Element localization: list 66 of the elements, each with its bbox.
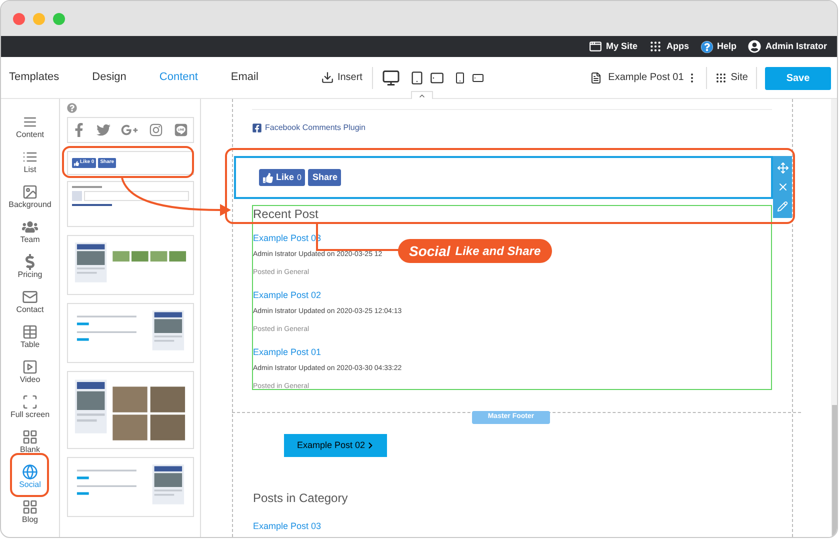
people-icon <box>22 218 38 234</box>
sidebar-item[interactable]: Blog <box>1 494 59 529</box>
comments-plugin-link[interactable]: Facebook Comments Plugin <box>252 122 772 134</box>
page-icon <box>590 72 602 84</box>
chevron-right-icon <box>367 442 374 449</box>
sidebar-item[interactable]: List <box>1 144 59 179</box>
bird-icon <box>96 123 111 137</box>
like-count: 0 <box>297 172 302 184</box>
sidebar-item[interactable]: Video <box>1 354 59 389</box>
section-title: Recent Post <box>253 207 320 221</box>
avatar-icon <box>748 40 762 53</box>
blocks-icon <box>22 428 38 444</box>
like-button[interactable]: Like 0 <box>259 169 306 186</box>
phone-icon[interactable] <box>454 70 466 86</box>
tablet-icon[interactable] <box>410 70 424 86</box>
next-post-button[interactable]: Example Post 02 <box>284 434 387 457</box>
share-button[interactable]: Share <box>308 169 342 186</box>
top-bar-link[interactable]: Apps <box>649 40 689 54</box>
nav-tab[interactable]: Templates <box>9 69 60 86</box>
sidebar-item[interactable]: Social <box>1 459 59 494</box>
highlight-outline <box>10 453 49 497</box>
top-bar-link[interactable]: Help <box>700 40 736 54</box>
list-blocks-icon <box>22 498 38 514</box>
edit-icon[interactable] <box>777 201 788 212</box>
sidebar-item[interactable]: Background <box>1 179 59 214</box>
sidebar-item[interactable]: Content <box>1 109 59 144</box>
table-icon <box>22 324 38 340</box>
page-name[interactable]: Example Post 01 <box>608 70 684 85</box>
speech-bubble-icon <box>174 123 188 137</box>
section-title: Posts in Category <box>253 490 348 507</box>
scrollbar-thumb[interactable] <box>832 405 837 537</box>
move-icon[interactable] <box>776 162 788 174</box>
nav-tab[interactable]: Email <box>230 69 258 86</box>
sidebar-item[interactable]: Team <box>1 214 59 249</box>
dots-icon <box>714 72 727 84</box>
close-icon[interactable] <box>776 181 788 194</box>
grid-icon <box>649 40 662 53</box>
top-bar-link[interactable]: My Site <box>588 40 638 54</box>
download-icon <box>321 71 334 84</box>
g-plus-icon <box>121 123 138 137</box>
image-icon <box>22 184 38 200</box>
facebook-icon <box>73 123 86 137</box>
envelope-icon <box>22 288 38 304</box>
collapse-tab[interactable] <box>411 91 433 99</box>
social-icons-block[interactable] <box>67 117 194 143</box>
help-icon[interactable] <box>67 103 77 113</box>
thumbs-up-icon <box>263 172 273 182</box>
help-icon <box>700 40 713 52</box>
sidebar-item[interactable]: Full screen <box>1 389 59 424</box>
site-button[interactable]: Site <box>714 70 748 85</box>
callout-label: Social Like and Share <box>398 239 552 263</box>
fullscreen-icon <box>22 394 38 410</box>
top-bar-link[interactable]: Admin Istrator <box>748 40 827 54</box>
insert-button[interactable]: Insert <box>321 70 362 85</box>
window-icon <box>588 40 602 53</box>
sidebar-item[interactable]: Table <box>1 319 59 354</box>
globe-icon <box>22 464 38 480</box>
play-icon <box>22 358 38 374</box>
sidebar-item[interactable]: Blank <box>1 424 59 459</box>
thumbs-up-icon <box>74 160 79 166</box>
camera-icon <box>149 123 164 137</box>
nav-tab[interactable]: Design <box>92 69 126 86</box>
comments-block[interactable] <box>67 181 194 227</box>
sidebar-item[interactable]: Contact <box>1 284 59 319</box>
sidebar-item[interactable]: Pricing <box>1 249 59 284</box>
desktop-icon[interactable] <box>381 68 402 86</box>
